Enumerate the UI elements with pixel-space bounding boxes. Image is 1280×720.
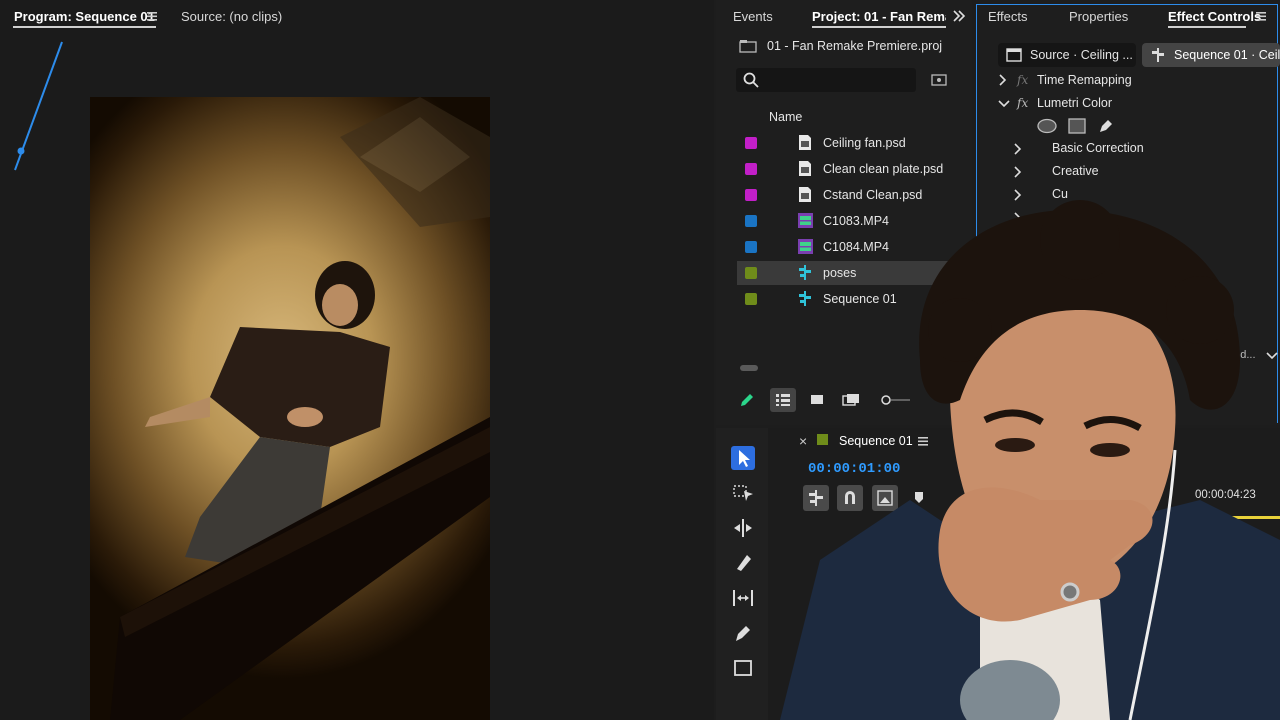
pen-tool[interactable] <box>731 621 755 645</box>
tab-effects[interactable]: Effects <box>988 9 1028 24</box>
column-name-header[interactable]: Name <box>769 110 802 124</box>
search-icon <box>742 71 760 89</box>
active-tab-underline <box>13 26 156 28</box>
tab-project[interactable]: Project: 01 - Fan Remake <box>812 9 946 24</box>
tab-source[interactable]: Source: (no clips) <box>181 9 282 24</box>
section-creative[interactable]: Creative <box>1052 164 1099 178</box>
webcam-overlay <box>780 200 1280 720</box>
tab-effect-controls[interactable]: Effect Controls <box>1168 9 1261 24</box>
selection-tool[interactable] <box>731 446 755 470</box>
list-item[interactable]: Clean clean plate.psd <box>737 157 950 181</box>
ruler-timecode: 00:00:04:23 <box>1195 489 1256 501</box>
tab-events[interactable]: Events <box>733 9 773 24</box>
effect-time-remapping[interactable]: Time Remapping <box>1037 73 1132 87</box>
tab-properties[interactable]: Properties <box>1069 9 1128 24</box>
label-color-swatch[interactable] <box>745 189 757 201</box>
label-color-swatch[interactable] <box>745 215 757 227</box>
panel-menu-icon[interactable] <box>146 9 158 23</box>
label-color-swatch[interactable] <box>745 137 757 149</box>
rectangle-mask-icon[interactable] <box>1068 118 1086 134</box>
label-color-swatch[interactable] <box>745 163 757 175</box>
pencil-icon[interactable] <box>738 391 756 409</box>
source-clip-label: Source · Ceiling ... <box>1030 48 1133 62</box>
panel-menu-icon[interactable] <box>1255 9 1267 23</box>
razor-tool[interactable] <box>731 551 755 575</box>
tab-program[interactable]: Program: Sequence 01 <box>14 9 155 24</box>
ripple-edit-tool[interactable] <box>731 516 755 540</box>
section-curves[interactable]: Cu <box>1052 187 1068 201</box>
label-color-swatch[interactable] <box>745 293 757 305</box>
item-name: Clean clean plate.psd <box>823 162 944 176</box>
pen-mask-icon[interactable] <box>1097 117 1115 135</box>
chevron-down-icon[interactable] <box>998 97 1010 108</box>
image-file-icon <box>797 134 813 151</box>
project-file-name: 01 - Fan Remake Premiere.proj <box>767 39 943 53</box>
chevron-right-icon[interactable] <box>1013 143 1023 155</box>
item-name: Ceiling fan.psd <box>823 136 906 150</box>
slip-tool[interactable] <box>731 586 755 610</box>
project-search-input[interactable] <box>736 68 916 92</box>
horizontal-scrollbar[interactable] <box>740 365 758 371</box>
panel-overflow-icon[interactable] <box>952 9 966 23</box>
program-video-frame[interactable] <box>90 97 490 720</box>
sequence-clip-label: Sequence 01 · Ceili <box>1174 48 1280 62</box>
effect-lumetri-color[interactable]: Lumetri Color <box>1037 96 1112 110</box>
motion-path[interactable] <box>0 30 80 180</box>
active-tab-underline <box>812 26 946 28</box>
sequence-icon <box>1150 47 1166 63</box>
fx-icon[interactable]: fx <box>1017 73 1028 87</box>
track-select-tool[interactable] <box>731 481 755 505</box>
rectangle-tool[interactable] <box>731 656 755 680</box>
label-color-swatch[interactable] <box>745 267 757 279</box>
fx-icon[interactable]: fx <box>1017 96 1028 110</box>
ellipse-mask-icon[interactable] <box>1037 118 1057 134</box>
new-bin-icon[interactable] <box>931 72 947 86</box>
chevron-right-icon[interactable] <box>1013 166 1023 178</box>
list-item[interactable]: Ceiling fan.psd <box>737 131 950 155</box>
chevron-right-icon[interactable] <box>998 74 1008 86</box>
image-file-icon <box>797 160 813 177</box>
clip-icon <box>1006 47 1022 63</box>
section-basic-correction[interactable]: Basic Correction <box>1052 141 1144 155</box>
active-tab-underline <box>1168 26 1246 28</box>
label-color-swatch[interactable] <box>745 241 757 253</box>
project-folder-icon <box>739 39 757 53</box>
